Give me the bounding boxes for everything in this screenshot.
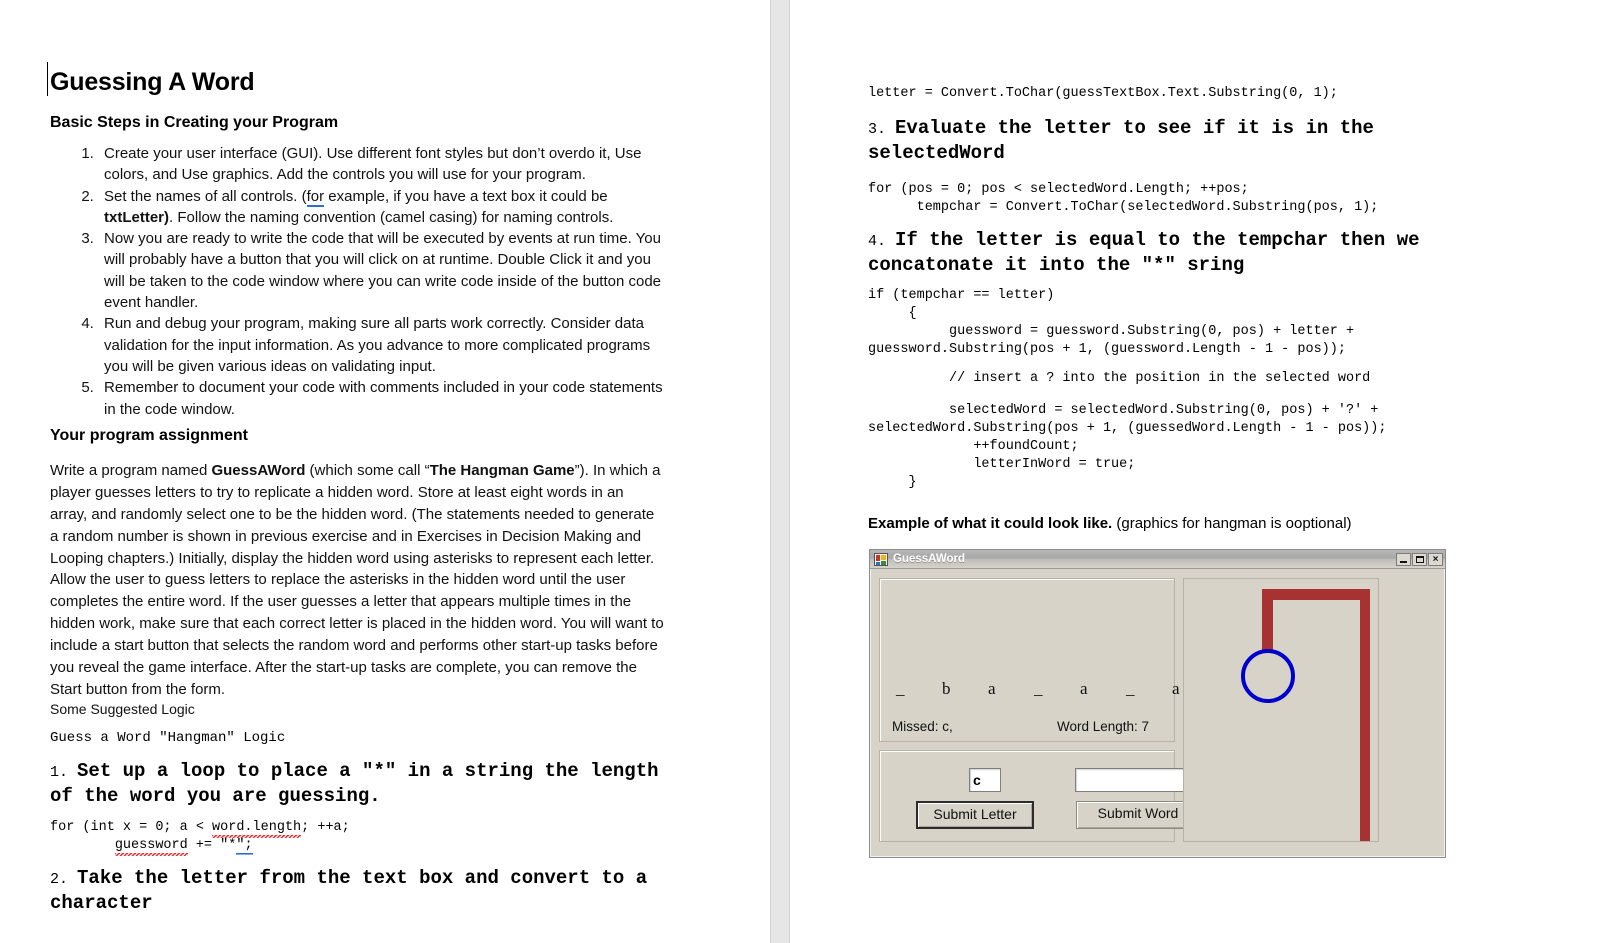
basic-steps-list: Create your user interface (GUI). Use di… <box>50 143 668 420</box>
code4-line7: ++foundCount; <box>868 439 1079 455</box>
form-client-area: _ b a _ a _ a Missed: c, Word Length: 7 <box>870 569 1445 851</box>
code-block-1: for (int x = 0; a < word.length; ++a; gu… <box>50 819 665 857</box>
word-letter: _ <box>1034 679 1043 698</box>
assignment-bold-hangman-game: The Hangman Game <box>429 462 575 479</box>
code1-part-c: += "* <box>187 838 237 854</box>
window-controls[interactable]: × <box>1396 552 1443 566</box>
code3-line2: tempchar = Convert.ToChar(selectedWord.S… <box>868 200 1379 216</box>
step2-text-b: example, if you have a text box it could… <box>324 187 608 205</box>
code4-line4: guessword.Substring(pos + 1, (guessword.… <box>868 342 1346 358</box>
logic-step-2-number: 2. <box>50 871 78 888</box>
code1-part-a: for (int x = 0; a < <box>50 820 213 835</box>
assignment-paragraph: Write a program named GuessAWord (which … <box>50 460 665 701</box>
assignment-text-1: Write a program named <box>50 462 212 479</box>
logic-title: Guess a Word "Hangman" Logic <box>50 730 286 746</box>
logic-step-1-number: 1. <box>50 764 78 781</box>
form-left-column: _ b a _ a _ a Missed: c, Word Length: 7 <box>879 578 1200 842</box>
step2-text-c: . Follow the naming convention (camel ca… <box>169 208 614 226</box>
list-item: Run and debug your program, making sure … <box>98 313 668 377</box>
code-block-4: if (tempchar == letter) { guessword = gu… <box>868 287 1568 359</box>
logic-step-1-text: Set up a loop to place a "*" in a string… <box>50 760 670 807</box>
minimize-icon[interactable] <box>1396 552 1411 566</box>
example-caption: Example of what it could look like. (gra… <box>868 515 1488 533</box>
word-letter: b <box>942 679 951 698</box>
logic-step-2-text: Take the letter from the text box and co… <box>50 867 659 914</box>
assignment-bold-guessaword: GuessAWord <box>211 462 306 479</box>
list-item: Remember to document your code with comm… <box>98 377 668 420</box>
logic-step-4-heading: 4. If the letter is equal to the tempcha… <box>868 228 1468 277</box>
example-caption-regular: (graphics for hangman is ooptional) <box>1112 515 1352 532</box>
section-heading-assignment: Your program assignment <box>50 427 248 444</box>
code4-line3: guessword = guessword.Substring(0, pos) … <box>868 324 1355 340</box>
example-caption-bold: Example of what it could look like. <box>868 515 1113 532</box>
step2-bold-txtletter: txtLetter) <box>104 208 170 226</box>
logic-step-3-heading: 3. Evaluate the letter to see if it is i… <box>868 116 1468 165</box>
submit-letter-button[interactable]: Submit Letter <box>916 801 1034 829</box>
word-panel: _ b a _ a _ a Missed: c, Word Length: 7 <box>879 578 1180 742</box>
code4-line8: letterInWord = true; <box>868 457 1136 473</box>
input-panel: Submit Letter Submit Word <box>879 750 1200 842</box>
code1-spell-guessword: guessword <box>114 838 188 857</box>
list-item: Set the names of all controls. (for exam… <box>98 186 668 229</box>
guessaword-window[interactable]: GuessAWord × _ b a _ a _ a Missed: c, Wo… <box>869 549 1446 858</box>
code1-part-b: ; ++a; <box>301 820 350 835</box>
page-divider <box>770 0 790 943</box>
missed-letters-label: Missed: c, <box>892 719 953 734</box>
close-icon[interactable]: × <box>1428 552 1443 566</box>
window-titlebar[interactable]: GuessAWord × <box>870 550 1445 569</box>
word-input[interactable] <box>1075 768 1197 792</box>
logic-step-3-text: Evaluate the letter to see if it is in t… <box>868 117 1386 164</box>
step2-grammar-flag: for <box>306 187 325 207</box>
letter-input[interactable] <box>969 768 1001 792</box>
code2-line: letter = Convert.ToChar(guessTextBox.Tex… <box>868 86 1338 101</box>
word-letter: _ <box>1126 679 1135 698</box>
code1-indent <box>50 838 115 853</box>
code4-line9: } <box>868 475 917 491</box>
code4-line1: if (tempchar == letter) <box>868 288 1055 303</box>
word-letter: _ <box>896 679 905 698</box>
hangman-graphic-panel <box>1183 578 1379 842</box>
window-title: GuessAWord <box>893 553 965 565</box>
hangman-drawing <box>1241 589 1370 841</box>
form-top-row: _ b a _ a _ a Missed: c, Word Length: 7 <box>879 578 1436 842</box>
assignment-text-2: (which some call “ <box>305 462 430 479</box>
hidden-word-display: _ b a _ a _ a <box>882 679 1218 699</box>
suggested-logic-label: Some Suggested Logic <box>50 701 195 717</box>
status-row: Missed: c, Word Length: 7 <box>882 719 1172 734</box>
submit-word-button[interactable]: Submit Word <box>1076 801 1200 829</box>
code4-comment: // insert a ? into the position in the s… <box>868 371 1371 386</box>
code-block-4-comment: // insert a ? into the position in the s… <box>868 370 1568 388</box>
assignment-text-3: ”). In which a player guesses letters to… <box>50 462 664 698</box>
code-block-5: selectedWord = selectedWord.Substring(0,… <box>868 402 1568 492</box>
list-item: Create your user interface (GUI). Use di… <box>98 143 668 186</box>
code4-line6: selectedWord.Substring(pos + 1, (guessed… <box>868 421 1387 437</box>
step2-text-a: Set the names of all controls. ( <box>104 187 307 205</box>
logic-step-3-number: 3. <box>868 121 896 138</box>
code1-grammar-tail: "; <box>236 838 253 856</box>
document-viewer: Guessing A Word Basic Steps in Creating … <box>0 0 1599 943</box>
section-heading-basic-steps: Basic Steps in Creating your Program <box>50 114 339 131</box>
code4-line5: selectedWord = selectedWord.Substring(0,… <box>868 403 1379 418</box>
word-letter: a <box>988 679 996 698</box>
maximize-icon[interactable] <box>1412 552 1427 566</box>
logic-step-2-heading: 2. Take the letter from the text box and… <box>50 866 662 915</box>
word-letter: a <box>1080 679 1088 698</box>
code-block-2: letter = Convert.ToChar(guessTextBox.Tex… <box>868 85 1568 103</box>
logic-step-1-heading: 1. Set up a loop to place a "*" in a str… <box>50 759 662 808</box>
vb-form-icon <box>874 552 888 566</box>
list-item: Now you are ready to write the code that… <box>98 228 668 313</box>
code4-line2: { <box>868 306 917 322</box>
logic-step-4-number: 4. <box>868 233 896 250</box>
code1-spell-word-length: word.length <box>212 820 302 838</box>
code-block-3: for (pos = 0; pos < selectedWord.Length;… <box>868 181 1568 217</box>
logic-step-4-text: If the letter is equal to the tempchar t… <box>868 229 1431 276</box>
code3-line1: for (pos = 0; pos < selectedWord.Length;… <box>868 182 1249 197</box>
word-length-label: Word Length: 7 <box>1057 719 1150 734</box>
page-title: Guessing A Word <box>47 62 670 97</box>
